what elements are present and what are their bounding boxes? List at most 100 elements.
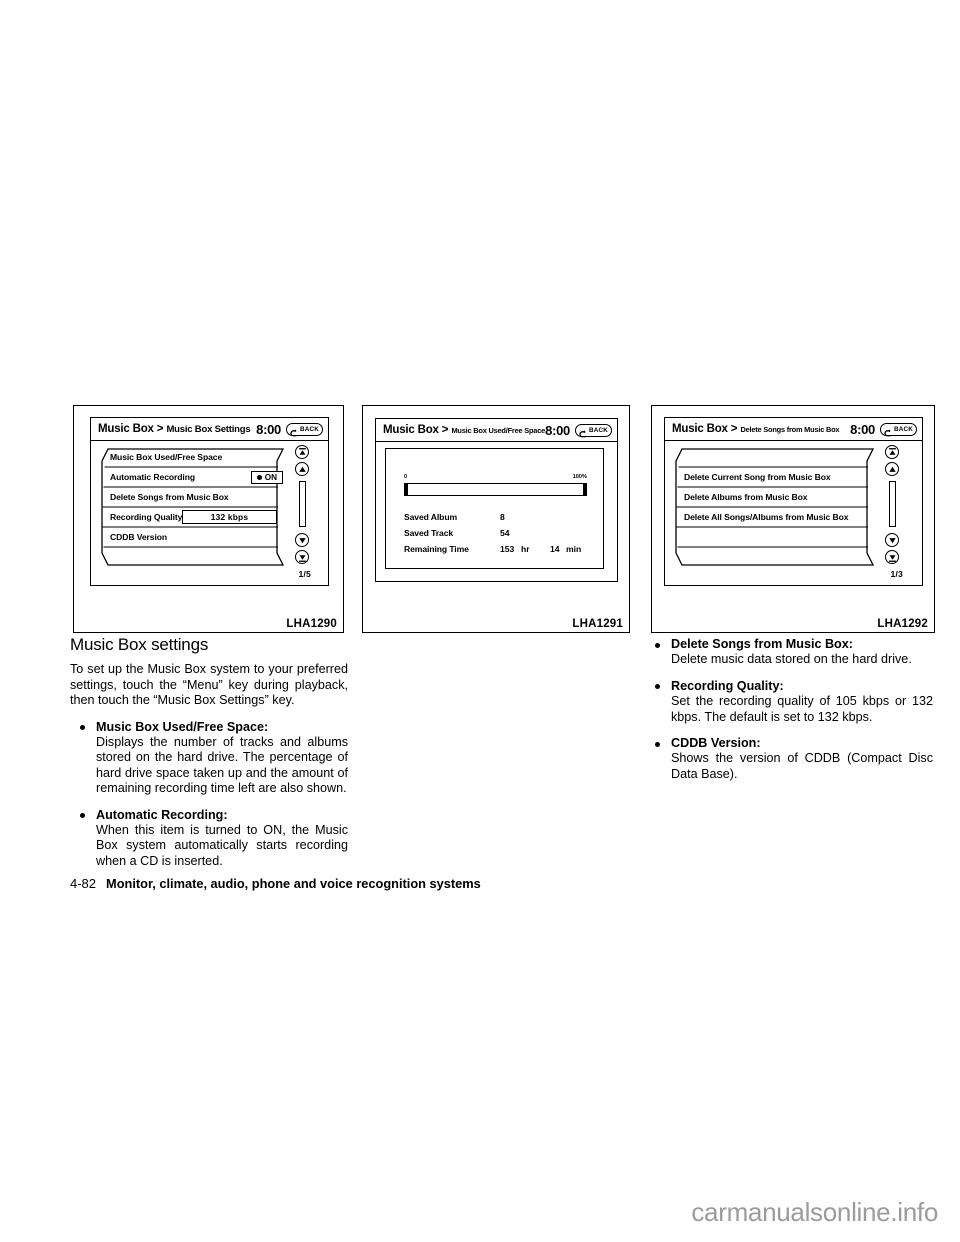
back-arrow-icon: [884, 425, 893, 436]
breadcrumb-leaf: Delete Songs from Music Box: [740, 424, 840, 434]
bullet-title: Delete Songs from Music Box:: [671, 637, 853, 651]
nav-screen-settings: Music Box > Music Box Settings 8:00 BACK: [90, 417, 329, 586]
page-footer: 4-82 Monitor, climate, audio, phone and v…: [70, 876, 481, 891]
scroll-controls: [885, 445, 905, 569]
bullet-title: CDDB Version:: [671, 736, 761, 751]
list-item[interactable]: [673, 547, 880, 567]
back-arrow-icon: [579, 426, 588, 437]
list-item-label: Delete All Songs/Albums from Music Box: [684, 512, 849, 522]
bullet-item: Music Box Used/Free Space: Displays the …: [70, 720, 348, 797]
screen-header: Music Box > Music Box Settings 8:00 BACK: [91, 418, 328, 441]
bullet-text: Delete music data stored on the hard dri…: [671, 652, 912, 667]
bullet-dot-icon: [655, 642, 660, 648]
breadcrumb-root: Music Box: [98, 423, 154, 435]
stat-value-secondary: 14: [550, 544, 560, 554]
back-label: BACK: [300, 425, 319, 433]
scroll-controls: [295, 445, 315, 569]
scroll-bottom-button[interactable]: [295, 550, 309, 564]
list-item-label: Automatic Recording: [110, 472, 195, 482]
chapter-title: Monitor, climate, audio, phone and voice…: [106, 876, 481, 891]
list-item[interactable]: [99, 547, 290, 567]
back-arrow-icon: [290, 425, 299, 436]
back-button[interactable]: BACK: [286, 422, 323, 436]
bullet-title: Recording Quality:: [671, 678, 784, 693]
gauge-min-label: 0: [404, 474, 408, 480]
scroll-down-button[interactable]: [885, 533, 899, 547]
screen-body: Delete Current Song from Music Box Delet…: [665, 441, 922, 585]
stat-row: Remaining Time 153 hr 14 min: [404, 543, 594, 559]
stat-unit: hr: [521, 544, 530, 554]
figure-used-free-space: Music Box > Music Box Used/Free Space 8:…: [362, 405, 630, 633]
intro-paragraph: To set up the Music Box system to your p…: [70, 662, 348, 708]
list-item-label: CDDB Version: [110, 532, 168, 542]
list-item-label: Delete Songs from Music Box: [110, 492, 229, 502]
bullet-text: When this item is turned to ON, the Musi…: [96, 823, 348, 868]
scroll-bottom-button[interactable]: [885, 550, 899, 564]
bullet-item: Delete Songs from Music Box: Delete musi…: [645, 637, 933, 668]
list-item[interactable]: Delete Songs from Music Box: [99, 487, 290, 507]
figure-code: LHA1291: [572, 618, 623, 630]
breadcrumb-leaf: Music Box Used/Free Space: [451, 425, 546, 435]
left-text-column: Music Box settings To set up the Music B…: [70, 635, 348, 880]
back-label: BACK: [589, 426, 608, 434]
figure-music-box-settings: Music Box > Music Box Settings 8:00 BACK: [73, 405, 344, 633]
usage-panel: 0 100% Saved Album 8 Saved Track 54 Rema…: [385, 448, 604, 569]
gauge-right-cap: [583, 483, 587, 496]
automatic-recording-toggle[interactable]: ON: [250, 470, 283, 484]
list-item[interactable]: Recording Quality 132 kbps: [99, 507, 290, 527]
breadcrumb-separator: >: [156, 423, 164, 435]
clock: 8:00: [850, 421, 875, 437]
list-item-label: Recording Quality: [110, 512, 183, 522]
section-heading: Music Box settings: [70, 635, 209, 654]
stat-value: 54: [500, 528, 510, 538]
figure-code: LHA1290: [286, 618, 337, 630]
list-item[interactable]: Delete All Songs/Albums from Music Box: [673, 507, 880, 527]
settings-list: Music Box Used/Free Space Automatic Reco…: [99, 447, 290, 567]
list-item-label: Delete Current Song from Music Box: [684, 472, 831, 482]
scroll-top-button[interactable]: [885, 445, 899, 459]
bullet-item: Recording Quality: Set the recording qua…: [645, 679, 933, 725]
scroll-down-button[interactable]: [295, 533, 309, 547]
figure-row: Music Box > Music Box Settings 8:00 BACK: [73, 405, 935, 633]
bullet-text: Displays the number of tracks and albums…: [96, 735, 348, 796]
bullet-text: Shows the version of CDDB (Compact Disc …: [671, 751, 933, 781]
recording-quality-value[interactable]: 132 kbps: [182, 510, 277, 524]
screen-body: Music Box Used/Free Space Automatic Reco…: [91, 441, 328, 585]
screen-header: Music Box > Delete Songs from Music Box …: [665, 418, 922, 441]
delete-options-list: Delete Current Song from Music Box Delet…: [673, 447, 880, 567]
list-item[interactable]: Delete Albums from Music Box: [673, 487, 880, 507]
bullet-dot-icon: [655, 741, 660, 747]
list-item-label: Music Box Used/Free Space: [110, 452, 223, 462]
breadcrumb-root: Music Box: [672, 423, 728, 435]
toggle-label: ON: [264, 472, 277, 482]
list-item[interactable]: CDDB Version: [99, 527, 290, 547]
bullet-item: CDDB Version: Shows the version of CDDB …: [645, 736, 933, 782]
back-button[interactable]: BACK: [880, 422, 917, 436]
page-number: 4-82: [70, 876, 97, 891]
nav-screen-used-free-space: Music Box > Music Box Used/Free Space 8:…: [375, 418, 618, 582]
list-item[interactable]: [673, 447, 880, 467]
figure-delete-songs: Music Box > Delete Songs from Music Box …: [651, 405, 935, 633]
breadcrumb-leaf: Music Box Settings: [166, 423, 251, 435]
bullet-dot-icon: [655, 684, 660, 690]
gauge-max-label: 100%: [572, 474, 587, 480]
bullet-item: Automatic Recording: When this item is t…: [70, 808, 348, 870]
scroll-up-button[interactable]: [295, 462, 309, 476]
scroll-up-button[interactable]: [885, 462, 899, 476]
back-label: BACK: [894, 425, 913, 433]
stat-unit-secondary: min: [566, 544, 582, 554]
list-item[interactable]: Delete Current Song from Music Box: [673, 467, 880, 487]
scroll-top-button[interactable]: [295, 445, 309, 459]
scrollbar-thumb[interactable]: [888, 481, 896, 527]
stat-value: 153: [500, 544, 515, 554]
stat-label: Saved Album: [404, 512, 458, 522]
list-item[interactable]: Music Box Used/Free Space: [99, 447, 290, 467]
bullet-text: Set the recording quality of 105 kbps or…: [671, 694, 933, 724]
usage-stats: Saved Album 8 Saved Track 54 Remaining T…: [404, 511, 594, 559]
scrollbar-thumb[interactable]: [298, 481, 306, 527]
list-item[interactable]: [673, 527, 880, 547]
clock: 8:00: [545, 422, 570, 438]
back-button[interactable]: BACK: [575, 423, 612, 437]
page-indicator: 1/3: [890, 569, 903, 579]
list-item[interactable]: Automatic Recording ON: [99, 467, 290, 487]
